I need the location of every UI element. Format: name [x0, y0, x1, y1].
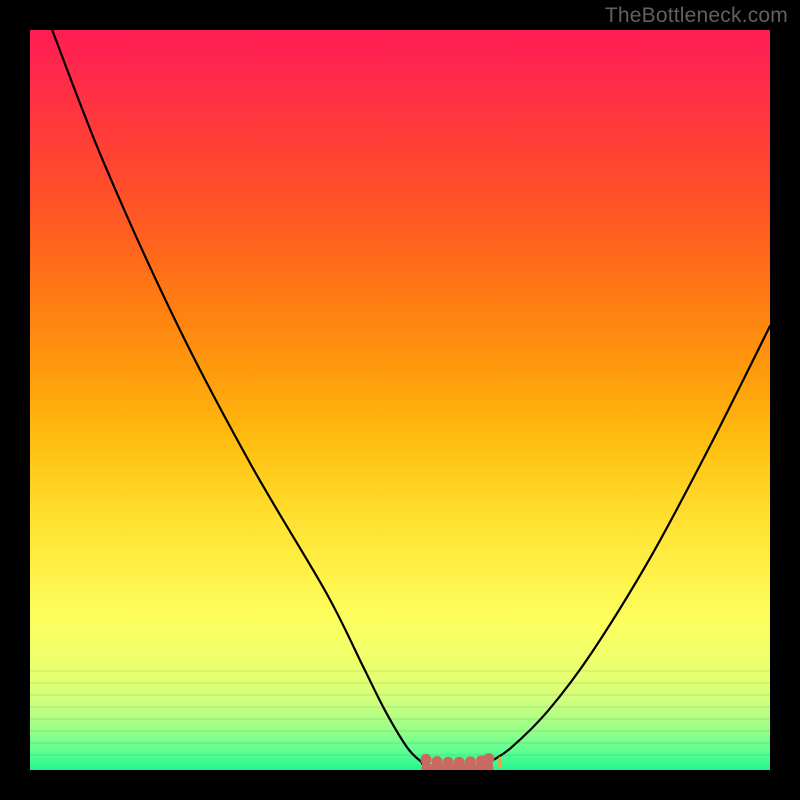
right-branch-curve [489, 326, 770, 763]
curve-layer [30, 30, 770, 770]
optimum-marker-group [420, 753, 494, 770]
chart-stage: TheBottleneck.com [0, 0, 800, 800]
plot-area [30, 30, 770, 770]
left-branch-curve [52, 30, 422, 763]
watermark-text: TheBottleneck.com [605, 4, 788, 28]
